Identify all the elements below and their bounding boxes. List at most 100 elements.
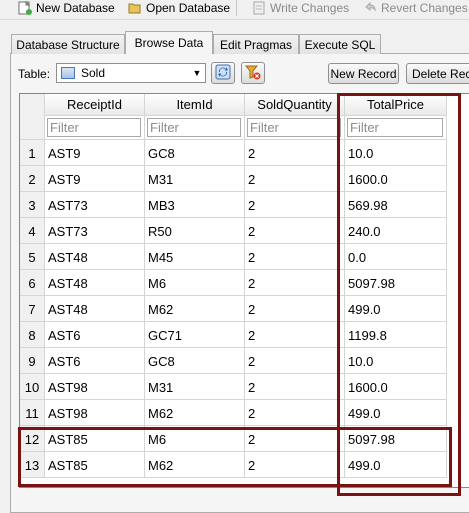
row-number[interactable]: 1 xyxy=(20,140,45,166)
row-number[interactable]: 12 xyxy=(20,426,45,452)
cell-item-id[interactable]: M31 xyxy=(145,166,245,192)
column-header-sold-quantity[interactable]: SoldQuantity xyxy=(245,94,345,116)
cell-item-id[interactable]: GC71 xyxy=(145,322,245,348)
cell-receipt-id[interactable]: AST6 xyxy=(45,322,145,348)
cell-total-price[interactable]: 10.0 xyxy=(345,348,447,374)
cell-item-id[interactable]: GC8 xyxy=(145,140,245,166)
cell-item-id[interactable]: GC8 xyxy=(145,348,245,374)
row-number[interactable]: 11 xyxy=(20,400,45,426)
new-database-label: New Database xyxy=(36,1,115,15)
cell-sold-quantity[interactable]: 2 xyxy=(245,192,345,218)
row-number[interactable]: 3 xyxy=(20,192,45,218)
row-number[interactable]: 13 xyxy=(20,452,45,478)
cell-sold-quantity[interactable]: 2 xyxy=(245,166,345,192)
cell-item-id[interactable]: R50 xyxy=(145,218,245,244)
cell-item-id[interactable]: M62 xyxy=(145,296,245,322)
cell-receipt-id[interactable]: AST85 xyxy=(45,426,145,452)
toolbar-separator xyxy=(236,0,237,16)
cell-item-id[interactable]: M45 xyxy=(145,244,245,270)
filter-input-item-id[interactable] xyxy=(147,118,241,137)
tab-execute-sql[interactable]: Execute SQL xyxy=(299,34,381,54)
cell-receipt-id[interactable]: AST48 xyxy=(45,270,145,296)
cell-receipt-id[interactable]: AST9 xyxy=(45,140,145,166)
cell-total-price[interactable]: 0.0 xyxy=(345,244,447,270)
tab-edit-pragmas[interactable]: Edit Pragmas xyxy=(213,34,299,54)
filter-input-sold-quantity[interactable] xyxy=(247,118,341,137)
row-number[interactable]: 4 xyxy=(20,218,45,244)
cell-total-price[interactable]: 5097.98 xyxy=(345,426,447,452)
row-number[interactable]: 5 xyxy=(20,244,45,270)
filter-input-total-price[interactable] xyxy=(347,118,443,137)
row-number[interactable]: 9 xyxy=(20,348,45,374)
cell-sold-quantity[interactable]: 2 xyxy=(245,322,345,348)
write-changes-label: Write Changes xyxy=(270,1,350,15)
cell-sold-quantity[interactable]: 2 xyxy=(245,452,345,478)
tab-database-structure[interactable]: Database Structure xyxy=(11,34,125,54)
cell-receipt-id[interactable]: AST98 xyxy=(45,400,145,426)
revert-changes-button[interactable]: Revert Changes xyxy=(363,0,468,16)
cell-total-price[interactable]: 1600.0 xyxy=(345,166,447,192)
cell-item-id[interactable]: M62 xyxy=(145,452,245,478)
table-select-value: Sold xyxy=(81,66,106,80)
cell-sold-quantity[interactable]: 2 xyxy=(245,296,345,322)
tab-browse-data[interactable]: Browse Data xyxy=(125,31,213,54)
cell-receipt-id[interactable]: AST73 xyxy=(45,218,145,244)
filter-cell xyxy=(145,116,245,140)
cell-item-id[interactable]: M6 xyxy=(145,426,245,452)
filter-input-receipt-id[interactable] xyxy=(47,118,141,137)
cell-total-price[interactable]: 499.0 xyxy=(345,296,447,322)
cell-receipt-id[interactable]: AST85 xyxy=(45,452,145,478)
delete-record-button[interactable]: Delete Reco xyxy=(406,63,469,84)
row-number[interactable]: 8 xyxy=(20,322,45,348)
row-number[interactable]: 2 xyxy=(20,166,45,192)
cell-total-price[interactable]: 1600.0 xyxy=(345,374,447,400)
cell-item-id[interactable]: M31 xyxy=(145,374,245,400)
cell-total-price[interactable]: 10.0 xyxy=(345,140,447,166)
row-number[interactable]: 10 xyxy=(20,374,45,400)
cell-sold-quantity[interactable]: 2 xyxy=(245,270,345,296)
clear-filters-button[interactable] xyxy=(241,62,265,84)
cell-item-id[interactable]: M6 xyxy=(145,270,245,296)
open-folder-icon xyxy=(128,1,142,15)
new-database-button[interactable]: New Database xyxy=(18,0,115,16)
column-header-receipt-id[interactable]: ReceiptId xyxy=(45,94,145,116)
cell-total-price[interactable]: 5097.98 xyxy=(345,270,447,296)
cell-receipt-id[interactable]: AST48 xyxy=(45,296,145,322)
cell-receipt-id[interactable]: AST73 xyxy=(45,192,145,218)
data-grid[interactable]: ReceiptIdItemIdSoldQuantityTotalPrice 1A… xyxy=(19,93,469,488)
write-changes-icon xyxy=(252,1,266,15)
open-database-button[interactable]: Open Database xyxy=(128,0,230,16)
cell-total-price[interactable]: 1199.8 xyxy=(345,322,447,348)
column-header-total-price[interactable]: TotalPrice xyxy=(345,94,447,116)
column-header-item-id[interactable]: ItemId xyxy=(145,94,245,116)
cell-item-id[interactable]: M62 xyxy=(145,400,245,426)
filter-cell xyxy=(45,116,145,140)
cell-total-price[interactable]: 240.0 xyxy=(345,218,447,244)
cell-sold-quantity[interactable]: 2 xyxy=(245,348,345,374)
cell-sold-quantity[interactable]: 2 xyxy=(245,400,345,426)
table-label: Table: xyxy=(18,67,51,81)
cell-receipt-id[interactable]: AST98 xyxy=(45,374,145,400)
cell-total-price[interactable]: 499.0 xyxy=(345,452,447,478)
new-record-button[interactable]: New Record xyxy=(328,63,399,84)
revert-changes-icon xyxy=(363,1,377,15)
cell-sold-quantity[interactable]: 2 xyxy=(245,374,345,400)
cell-sold-quantity[interactable]: 2 xyxy=(245,218,345,244)
cell-item-id[interactable]: MB3 xyxy=(145,192,245,218)
cell-receipt-id[interactable]: AST9 xyxy=(45,166,145,192)
filter-cell xyxy=(345,116,447,140)
row-number[interactable]: 7 xyxy=(20,296,45,322)
cell-total-price[interactable]: 499.0 xyxy=(345,400,447,426)
cell-sold-quantity[interactable]: 2 xyxy=(245,140,345,166)
cell-total-price[interactable]: 569.98 xyxy=(345,192,447,218)
cell-receipt-id[interactable]: AST48 xyxy=(45,244,145,270)
filter-row xyxy=(20,116,469,140)
cell-receipt-id[interactable]: AST6 xyxy=(45,348,145,374)
refresh-button[interactable] xyxy=(211,62,235,84)
cell-sold-quantity[interactable]: 2 xyxy=(245,244,345,270)
write-changes-button[interactable]: Write Changes xyxy=(252,0,349,16)
table-select[interactable]: Sold ▼ xyxy=(56,63,206,83)
cell-sold-quantity[interactable]: 2 xyxy=(245,426,345,452)
clear-filter-icon xyxy=(244,64,261,83)
row-number[interactable]: 6 xyxy=(20,270,45,296)
